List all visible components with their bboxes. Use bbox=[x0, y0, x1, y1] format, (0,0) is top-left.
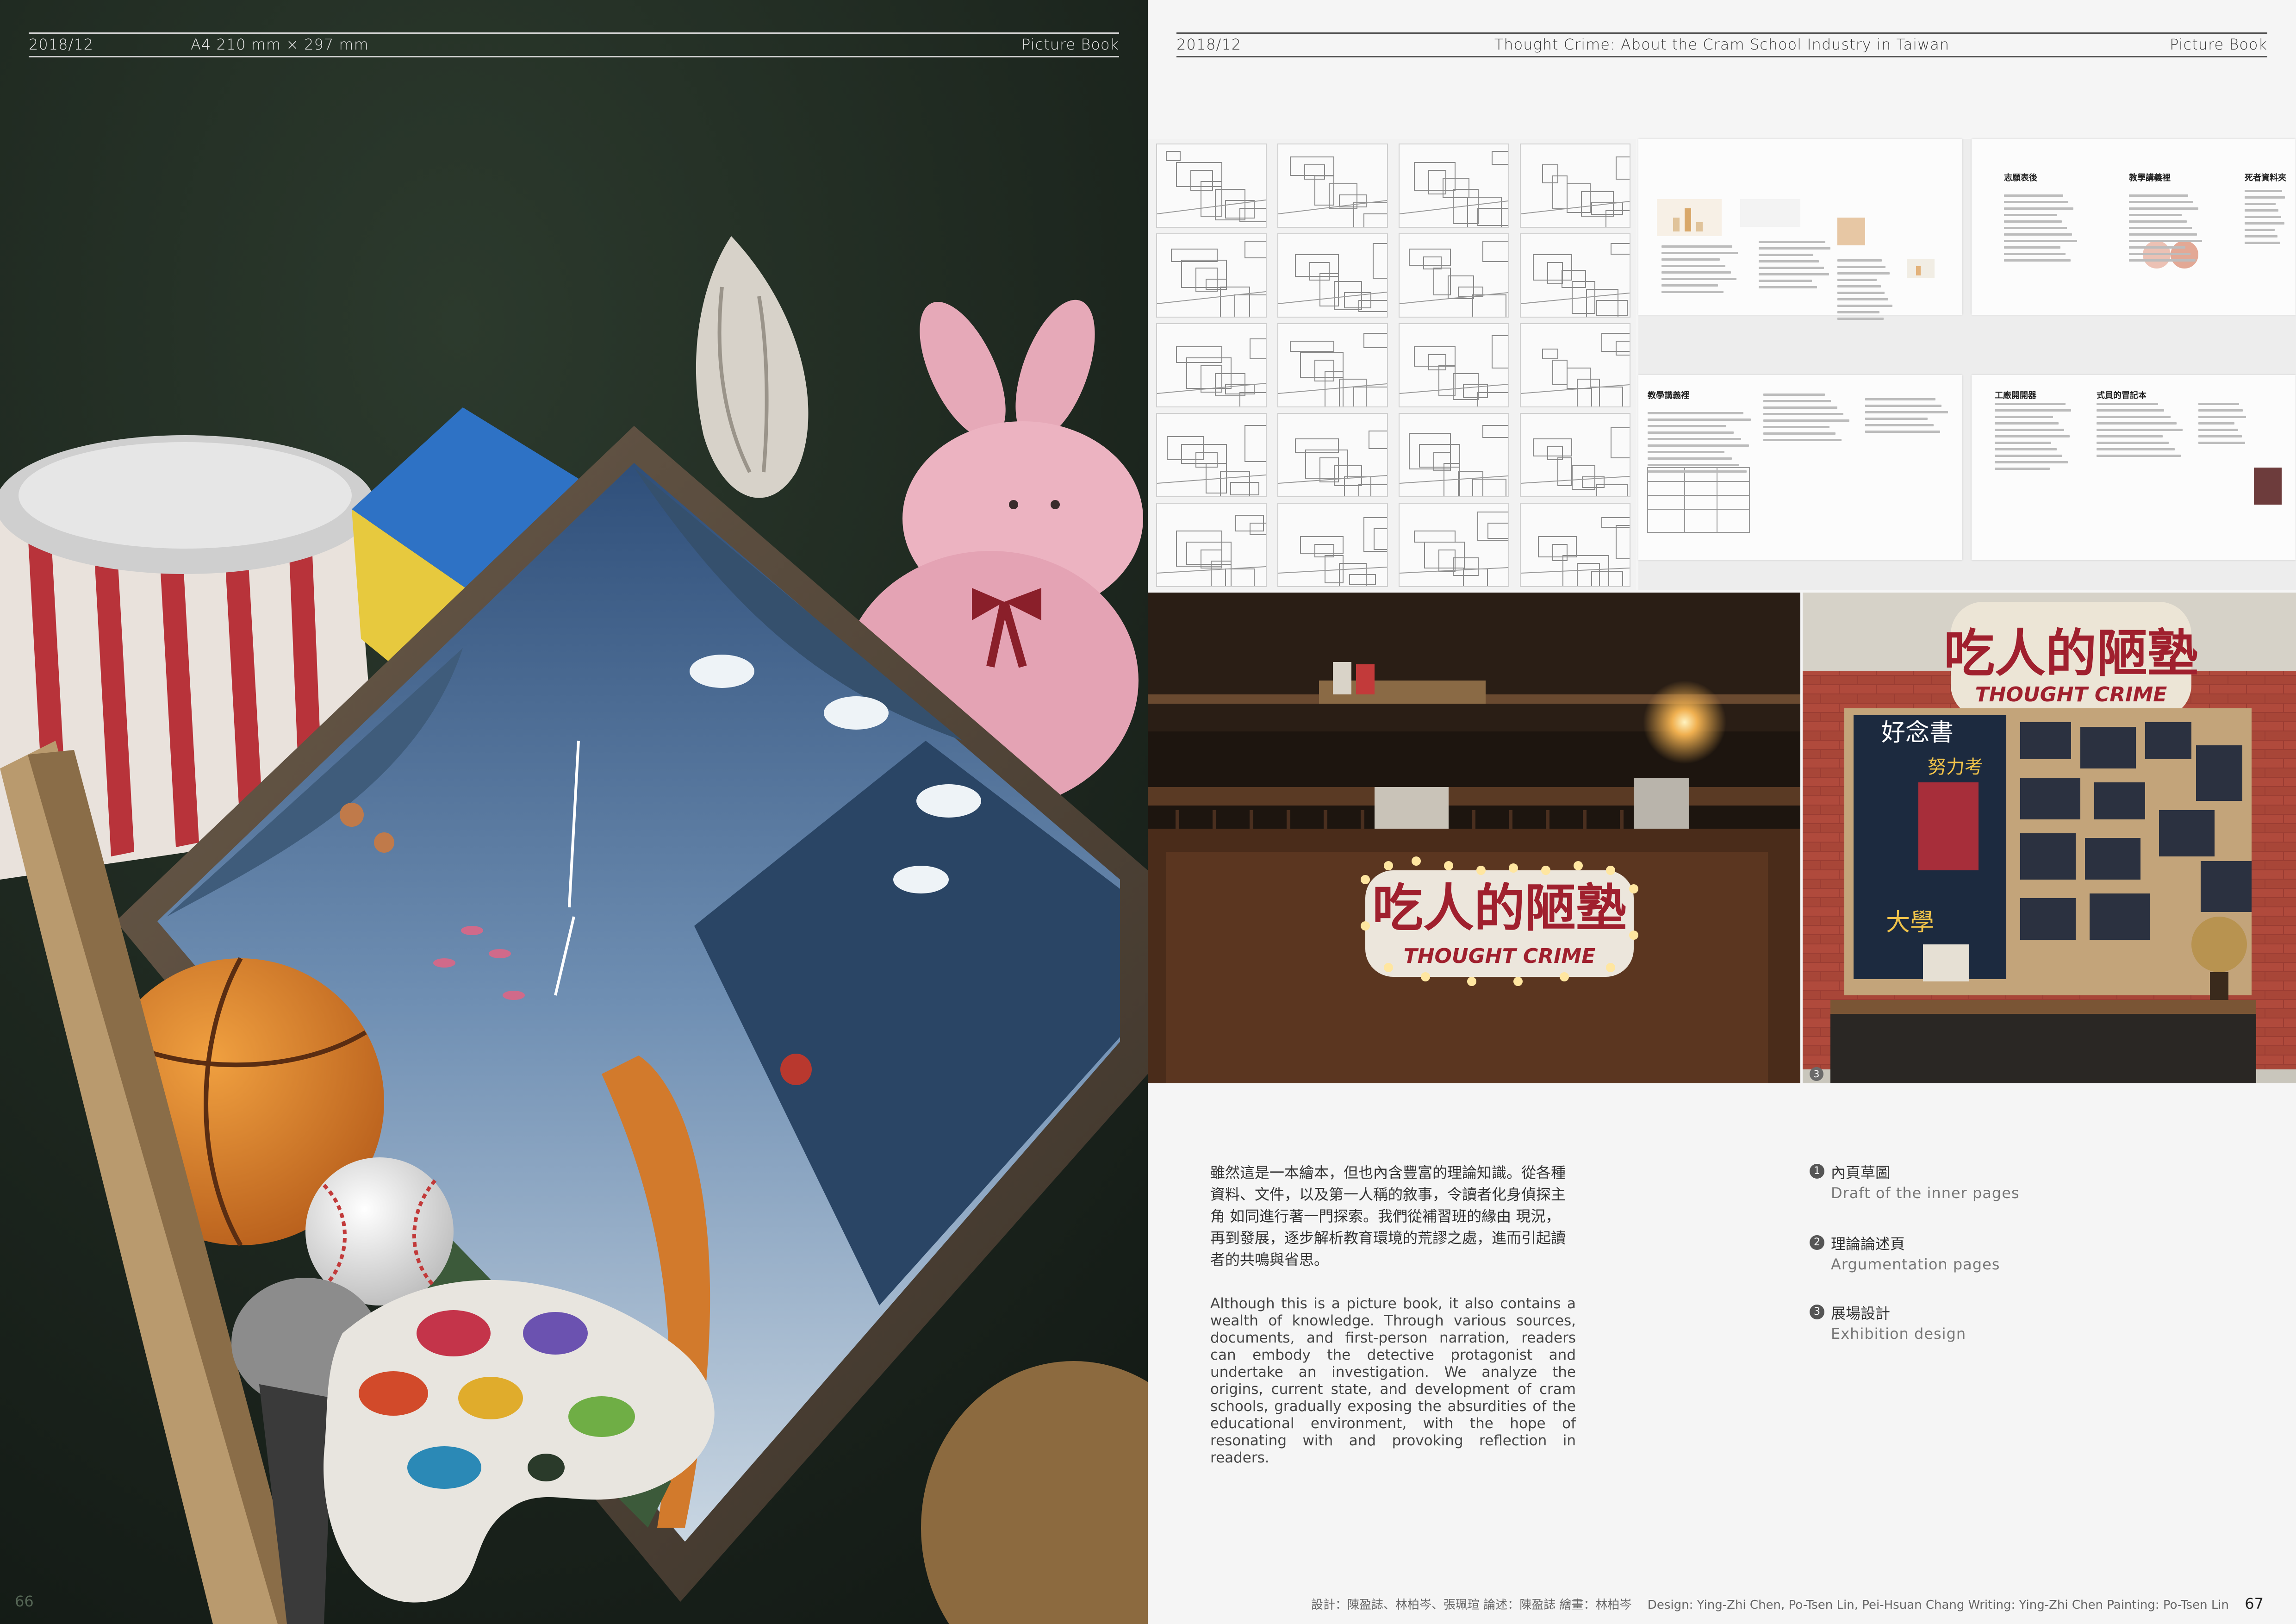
argu-text-lines bbox=[2245, 190, 2286, 248]
sign-text-zh: 吃人的陋塾 bbox=[1372, 879, 1627, 938]
argu-text-lines bbox=[1759, 241, 1833, 293]
legend-number: 2 bbox=[1810, 1235, 1824, 1250]
body-text-en: Although this is a picture book, it also… bbox=[1210, 1295, 1576, 1466]
header-paper-size: A4 210 mm × 297 mm bbox=[191, 36, 369, 53]
header-date: 2018/12 bbox=[29, 36, 93, 53]
argu-spread-1 bbox=[1638, 139, 1962, 320]
legend-number: 3 bbox=[1810, 1305, 1824, 1319]
draft-sketch-thumbnail bbox=[1520, 233, 1651, 318]
legend-item-1: 1 內頁草圖 Draft of the inner pages bbox=[1810, 1161, 2134, 1207]
argu-spread-4: 工廠開開器 式員的冒記本 bbox=[1972, 375, 2296, 560]
left-page-number: 66 bbox=[15, 1593, 34, 1610]
draft-sketch-thumbnail bbox=[1399, 503, 1520, 602]
photo-marker-3: 3 bbox=[1810, 1067, 1823, 1081]
left-page-header: 2018/12 A4 210 mm × 297 mm Picture Book bbox=[29, 32, 1119, 57]
exhibition-photo-counter: 吃人的陋塾 THOUGHT CRIME bbox=[1148, 593, 1800, 1083]
board-text-1: 好念書 bbox=[1881, 719, 1954, 747]
argu-text-lines bbox=[1865, 398, 1953, 437]
draft-sketch-thumbnail bbox=[1277, 413, 1404, 516]
argu-text-lines bbox=[1648, 412, 1754, 477]
right-page-header: 2018/12 Thought Crime: About the Cram Sc… bbox=[1176, 32, 2267, 57]
draft-sketches-grid bbox=[1148, 139, 1655, 602]
argu-spread-3: 教學講義裡 bbox=[1638, 375, 1962, 560]
exhibition-photo-wall: 吃人的陋塾 THOUGHT CRIME 好念書 努力考 大學 bbox=[1803, 593, 2296, 1083]
legend-item-3: 3 展場設計 Exhibition design bbox=[1810, 1302, 2134, 1348]
argu-text-lines bbox=[2004, 194, 2078, 266]
legend-label-en: Draft of the inner pages bbox=[1831, 1184, 2020, 1202]
draft-sketch-thumbnail bbox=[1399, 413, 1516, 505]
draft-sketch-thumbnail bbox=[1156, 144, 1278, 228]
body-text-zh: 雖然這是一本繪本，但也內含豐富的理論知識。從各種資料、文件，以及第一人稱的敘事，… bbox=[1210, 1164, 1566, 1268]
draft-sketch-thumbnail bbox=[1520, 144, 1655, 246]
argu-text-lines bbox=[1763, 394, 1851, 445]
board-text-2: 努力考 bbox=[1928, 756, 1983, 778]
draft-sketch-thumbnail bbox=[1277, 144, 1399, 239]
draft-sketch-thumbnail bbox=[1399, 144, 1534, 228]
sign-text-en: THOUGHT CRIME bbox=[1404, 944, 1596, 968]
draft-sketch-thumbnail bbox=[1399, 323, 1534, 430]
argumentation-spreads: 志願表後 教學講義裡 死者資料夾 教學講義裡 工廠開開器 式員的冒記本 bbox=[1638, 139, 2296, 590]
legend-label-en: Exhibition design bbox=[1831, 1325, 1966, 1343]
left-page: 2018/12 A4 210 mm × 297 mm Picture Book … bbox=[0, 0, 1148, 1624]
sign-text-en-2: THOUGHT CRIME bbox=[1975, 683, 2167, 706]
legend-label-zh: 理論論述頁 bbox=[1831, 1235, 1905, 1253]
draft-sketch-thumbnail bbox=[1520, 503, 1655, 594]
draft-sketch-thumbnail bbox=[1520, 323, 1655, 418]
draft-sketch-thumbnail bbox=[1277, 323, 1399, 415]
draft-sketch-thumbnail bbox=[1156, 413, 1282, 497]
legend-number: 1 bbox=[1810, 1164, 1824, 1179]
draft-sketch-thumbnail bbox=[1156, 233, 1282, 325]
credits-en: Design: Ying-Zhi Chen, Po-Tsen Lin, Pei-… bbox=[1647, 1598, 2229, 1612]
legend-label-zh: 展場設計 bbox=[1831, 1305, 1891, 1322]
draft-sketch-thumbnail bbox=[1156, 323, 1287, 426]
draft-sketch-thumbnail bbox=[1399, 233, 1516, 329]
draft-sketch-thumbnail bbox=[1277, 503, 1408, 587]
draft-sketch-thumbnail bbox=[1156, 503, 1287, 598]
legend-label-en: Argumentation pages bbox=[1831, 1255, 2000, 1273]
argu-spread-2: 志願表後 教學講義裡 死者資料夾 bbox=[1972, 139, 2296, 315]
legend-item-2: 2 理論論述頁 Argumentation pages bbox=[1810, 1232, 2134, 1279]
header-title: Thought Crime: About the Cram School Ind… bbox=[1494, 36, 1950, 53]
draft-sketch-thumbnail bbox=[1520, 413, 1651, 519]
argu-text-lines bbox=[1995, 403, 2073, 474]
board-text-3: 大學 bbox=[1886, 909, 1934, 937]
header-section: Picture Book bbox=[2170, 36, 2267, 53]
argu-text-lines bbox=[2129, 194, 2203, 266]
argu-text-lines bbox=[2198, 403, 2249, 448]
argu-text-lines bbox=[1661, 245, 1740, 297]
argu-text-lines bbox=[1837, 259, 1893, 324]
legend-label-zh: 內頁草圖 bbox=[1831, 1164, 1891, 1181]
painting-illustration bbox=[0, 0, 1148, 1624]
credits-line: 設計：陳盈誌、林柏岑、張珮瑄 論述：陳盈誌 繪畫：林柏岑 Design: Yin… bbox=[1311, 1595, 2264, 1612]
argu-text-lines bbox=[2097, 403, 2184, 461]
right-page-number: 67 bbox=[2245, 1595, 2264, 1612]
right-page: 2018/12 Thought Crime: About the Cram Sc… bbox=[1148, 0, 2296, 1624]
credits-zh: 設計：陳盈誌、林柏岑、張珮瑄 論述：陳盈誌 繪畫：林柏岑 bbox=[1311, 1598, 1632, 1612]
sign-text-zh-2: 吃人的陋塾 bbox=[1944, 624, 2198, 683]
header-section: Picture Book bbox=[1021, 36, 1119, 53]
draft-sketch-thumbnail bbox=[1277, 233, 1418, 318]
